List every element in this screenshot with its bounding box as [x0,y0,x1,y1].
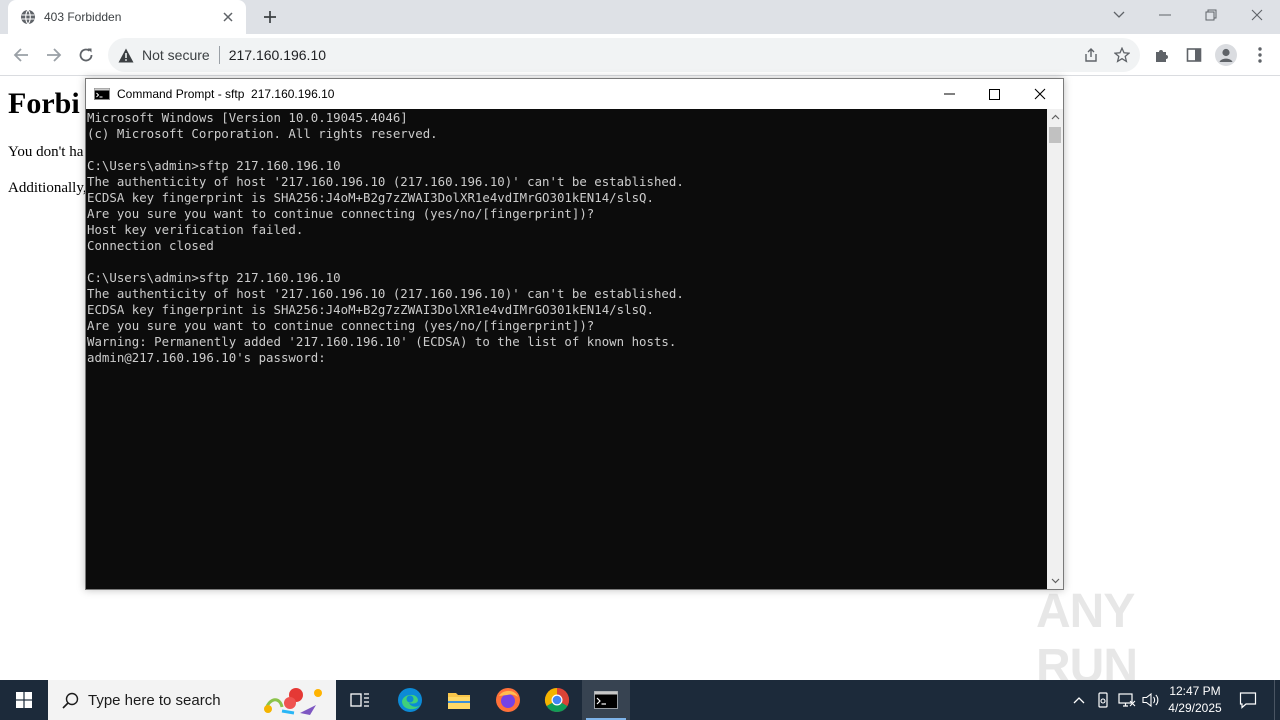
clock-time: 12:47 PM [1169,684,1221,698]
bookmark-star-icon[interactable] [1109,42,1135,68]
taskbar-command-prompt[interactable] [582,680,630,720]
tray-device-icon[interactable] [1092,680,1114,720]
back-button[interactable] [8,42,34,68]
profile-avatar-icon[interactable] [1213,42,1239,68]
notification-icon [1239,692,1257,709]
more-menu-icon[interactable] [1247,42,1273,68]
taskbar-file-explorer[interactable] [435,680,483,720]
page-heading: Forbi [8,87,80,120]
start-button[interactable] [0,680,48,720]
page-paragraph-1: You don't ha [8,144,84,160]
tab-title: 403 Forbidden [44,10,122,24]
clock-date: 4/29/2025 [1168,701,1222,715]
taskbar-search-box[interactable]: Type here to search [48,680,336,720]
scroll-up-arrow-icon[interactable] [1047,109,1063,125]
chevron-down-icon [1113,11,1125,18]
folder-icon [448,693,470,709]
browser-restore-button[interactable] [1188,0,1234,30]
network-icon[interactable] [1116,680,1138,720]
cmd-title-bar[interactable]: Command Prompt - sftp 217.160.196.10 [86,79,1063,109]
console-output-area[interactable]: Microsoft Windows [Version 10.0.19045.40… [86,109,1047,589]
warning-icon[interactable] [116,45,136,65]
taskbar-chrome[interactable] [533,680,581,720]
anyrun-watermark: ANY RUN [1036,585,1236,693]
side-panel-icon[interactable] [1181,42,1207,68]
arrow-right-icon [47,48,62,62]
globe-icon [20,9,36,25]
search-icon [60,690,80,710]
address-bar[interactable]: Not secure 217.160.196.10 [108,38,1140,72]
reload-icon [79,48,93,62]
chevron-up-icon [1073,697,1085,704]
taskbar-edge[interactable] [386,680,434,720]
command-prompt-icon [94,88,110,100]
browser-toolbar: Not secure 217.160.196.10 [0,34,1280,76]
arrow-left-icon [13,48,28,62]
desktop-screen: 403 Forbidden Not secure 217.160.196.10 … [0,0,1280,720]
browser-tab-strip: 403 Forbidden [0,0,1280,34]
command-prompt-window[interactable]: Command Prompt - sftp 217.160.196.10 Mic… [85,78,1064,590]
search-highlight-art-icon [264,688,322,715]
console-text: Microsoft Windows [Version 10.0.19045.40… [87,110,684,365]
taskbar-firefox[interactable] [484,680,532,720]
task-view-button[interactable] [336,680,384,720]
minimize-icon [943,93,955,95]
notification-center-button[interactable] [1232,680,1264,720]
url-text[interactable]: 217.160.196.10 [229,47,326,63]
chrome-icon [544,688,570,713]
search-placeholder: Type here to search [88,691,221,709]
windows-taskbar: Type here to search 12:47 PM 4/29/2025 [0,680,1280,720]
task-view-icon [350,693,369,707]
taskbar-clock[interactable]: 12:47 PM 4/29/2025 [1160,680,1230,720]
volume-icon[interactable] [1140,680,1162,720]
forward-button[interactable] [41,42,67,68]
share-icon[interactable] [1078,42,1104,68]
reload-button[interactable] [73,42,99,68]
console-scrollbar[interactable] [1047,109,1063,589]
cmd-window-title: Command Prompt - sftp 217.160.196.10 [117,87,335,101]
browser-tab[interactable]: 403 Forbidden [8,0,246,34]
browser-close-button[interactable] [1234,0,1280,30]
minimize-icon [1159,14,1171,16]
restore-icon [1205,9,1217,21]
close-icon [1034,88,1046,100]
scrollbar-thumb[interactable] [1049,127,1061,143]
show-desktop-button[interactable] [1274,680,1280,720]
omnibox-divider [218,46,220,64]
new-tab-button[interactable] [258,6,282,28]
page-paragraph-2: Additionally, [8,180,87,196]
browser-minimize-button[interactable] [1142,0,1188,30]
tab-search-button[interactable] [1096,0,1142,30]
command-prompt-icon [594,691,618,709]
cmd-maximize-button[interactable] [971,79,1017,109]
plus-icon [264,11,276,23]
edge-browser-icon [398,688,422,712]
firefox-icon [496,688,520,712]
windows-logo-icon [16,692,32,708]
watermark-text: ANY RUN [1036,585,1138,693]
cmd-minimize-button[interactable] [926,79,972,109]
close-icon [1251,9,1263,21]
show-hidden-icons-button[interactable] [1068,680,1090,720]
maximize-icon [988,88,1000,100]
extensions-puzzle-icon[interactable] [1149,42,1175,68]
security-label[interactable]: Not secure [142,47,210,63]
close-tab-icon[interactable] [220,9,236,25]
cmd-close-button[interactable] [1017,79,1063,109]
